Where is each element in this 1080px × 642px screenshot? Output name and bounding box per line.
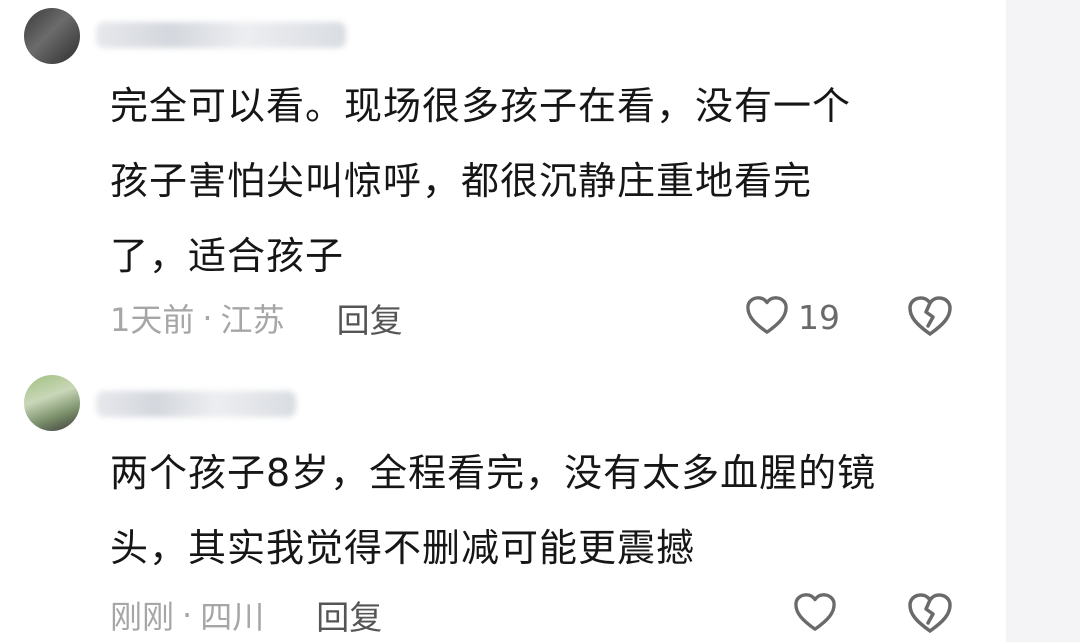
like-count: 19 — [798, 297, 840, 337]
reply-button[interactable]: 回复 — [316, 591, 382, 639]
dislike-button[interactable] — [906, 294, 954, 342]
side-strip — [1006, 0, 1080, 642]
like-button[interactable]: 19 — [744, 294, 840, 340]
heart-outline-icon — [744, 294, 790, 340]
avatar[interactable] — [24, 375, 80, 431]
dislike-button[interactable] — [906, 591, 954, 639]
comment-text: 完全可以看。现场很多孩子在看，没有一个 孩子害怕尖叫惊呼，都很沉静庄重地看完 了… — [110, 84, 852, 278]
comment-meta: 1天前 · 江苏 回复 — [110, 294, 403, 342]
comment-item: 完全可以看。现场很多孩子在看，没有一个 孩子害怕尖叫惊呼，都很沉静庄重地看完 了… — [0, 0, 1006, 355]
comment-list: 完全可以看。现场很多孩子在看，没有一个 孩子害怕尖叫惊呼，都很沉静庄重地看完 了… — [0, 0, 1080, 642]
comment-time: 刚刚 — [110, 598, 175, 636]
heart-outline-icon — [792, 591, 838, 637]
avatar[interactable] — [24, 8, 80, 64]
comment-text: 两个孩子8岁，全程看完，没有太多血腥的镜 头，其实我觉得不删减可能更震撼 — [110, 451, 877, 570]
comment-location: 江苏 — [220, 301, 285, 339]
comment-meta: 刚刚 · 四川 回复 — [110, 591, 382, 639]
like-button[interactable] — [792, 591, 838, 637]
comment-item: 两个孩子8岁，全程看完，没有太多血腥的镜 头，其实我觉得不删减可能更震撼 刚刚 … — [0, 365, 1006, 642]
username-blurred[interactable] — [96, 22, 346, 48]
broken-heart-icon — [906, 593, 954, 639]
comment-time: 1天前 — [110, 301, 195, 339]
comment-location: 四川 — [200, 598, 265, 636]
reply-button[interactable]: 回复 — [337, 294, 403, 342]
username-blurred[interactable] — [96, 391, 296, 417]
meta-separator: · — [202, 299, 213, 337]
broken-heart-icon — [906, 296, 954, 342]
meta-separator: · — [182, 596, 193, 634]
